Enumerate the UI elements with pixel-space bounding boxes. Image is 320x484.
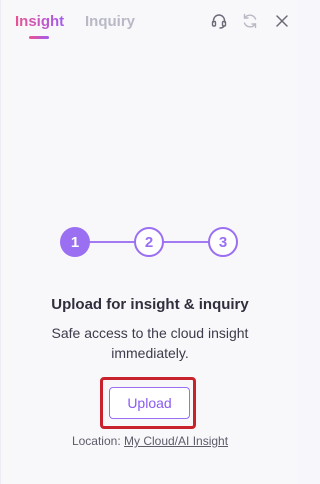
step-connector [89,241,135,243]
location-link[interactable]: My Cloud/AI Insight [124,434,228,448]
tab-insight[interactable]: Insight [15,13,64,30]
tab-inquiry[interactable]: Inquiry [85,13,135,30]
upload-title: Upload for insight & inquiry [51,296,249,313]
step-connector [163,241,209,243]
location-line: Location: My Cloud/AI Insight [1,434,299,448]
location-prefix: Location: [71,434,121,448]
upload-description: Safe access to the cloud insight immedia… [51,325,249,361]
step-1: 1 [60,227,90,257]
panel-header: Insight Inquiry [1,0,299,44]
close-icon[interactable] [273,12,291,30]
step-3: 3 [208,227,238,257]
headset-icon[interactable] [210,12,228,30]
upload-button[interactable]: Upload [109,387,190,419]
active-tab-indicator [29,36,49,39]
insight-panel: Insight Inquiry 1 2 3 Upload for insight… [0,0,298,484]
step-2: 2 [134,227,164,257]
upload-stepper: 1 2 3 [60,227,239,257]
refresh-icon[interactable] [241,12,259,30]
